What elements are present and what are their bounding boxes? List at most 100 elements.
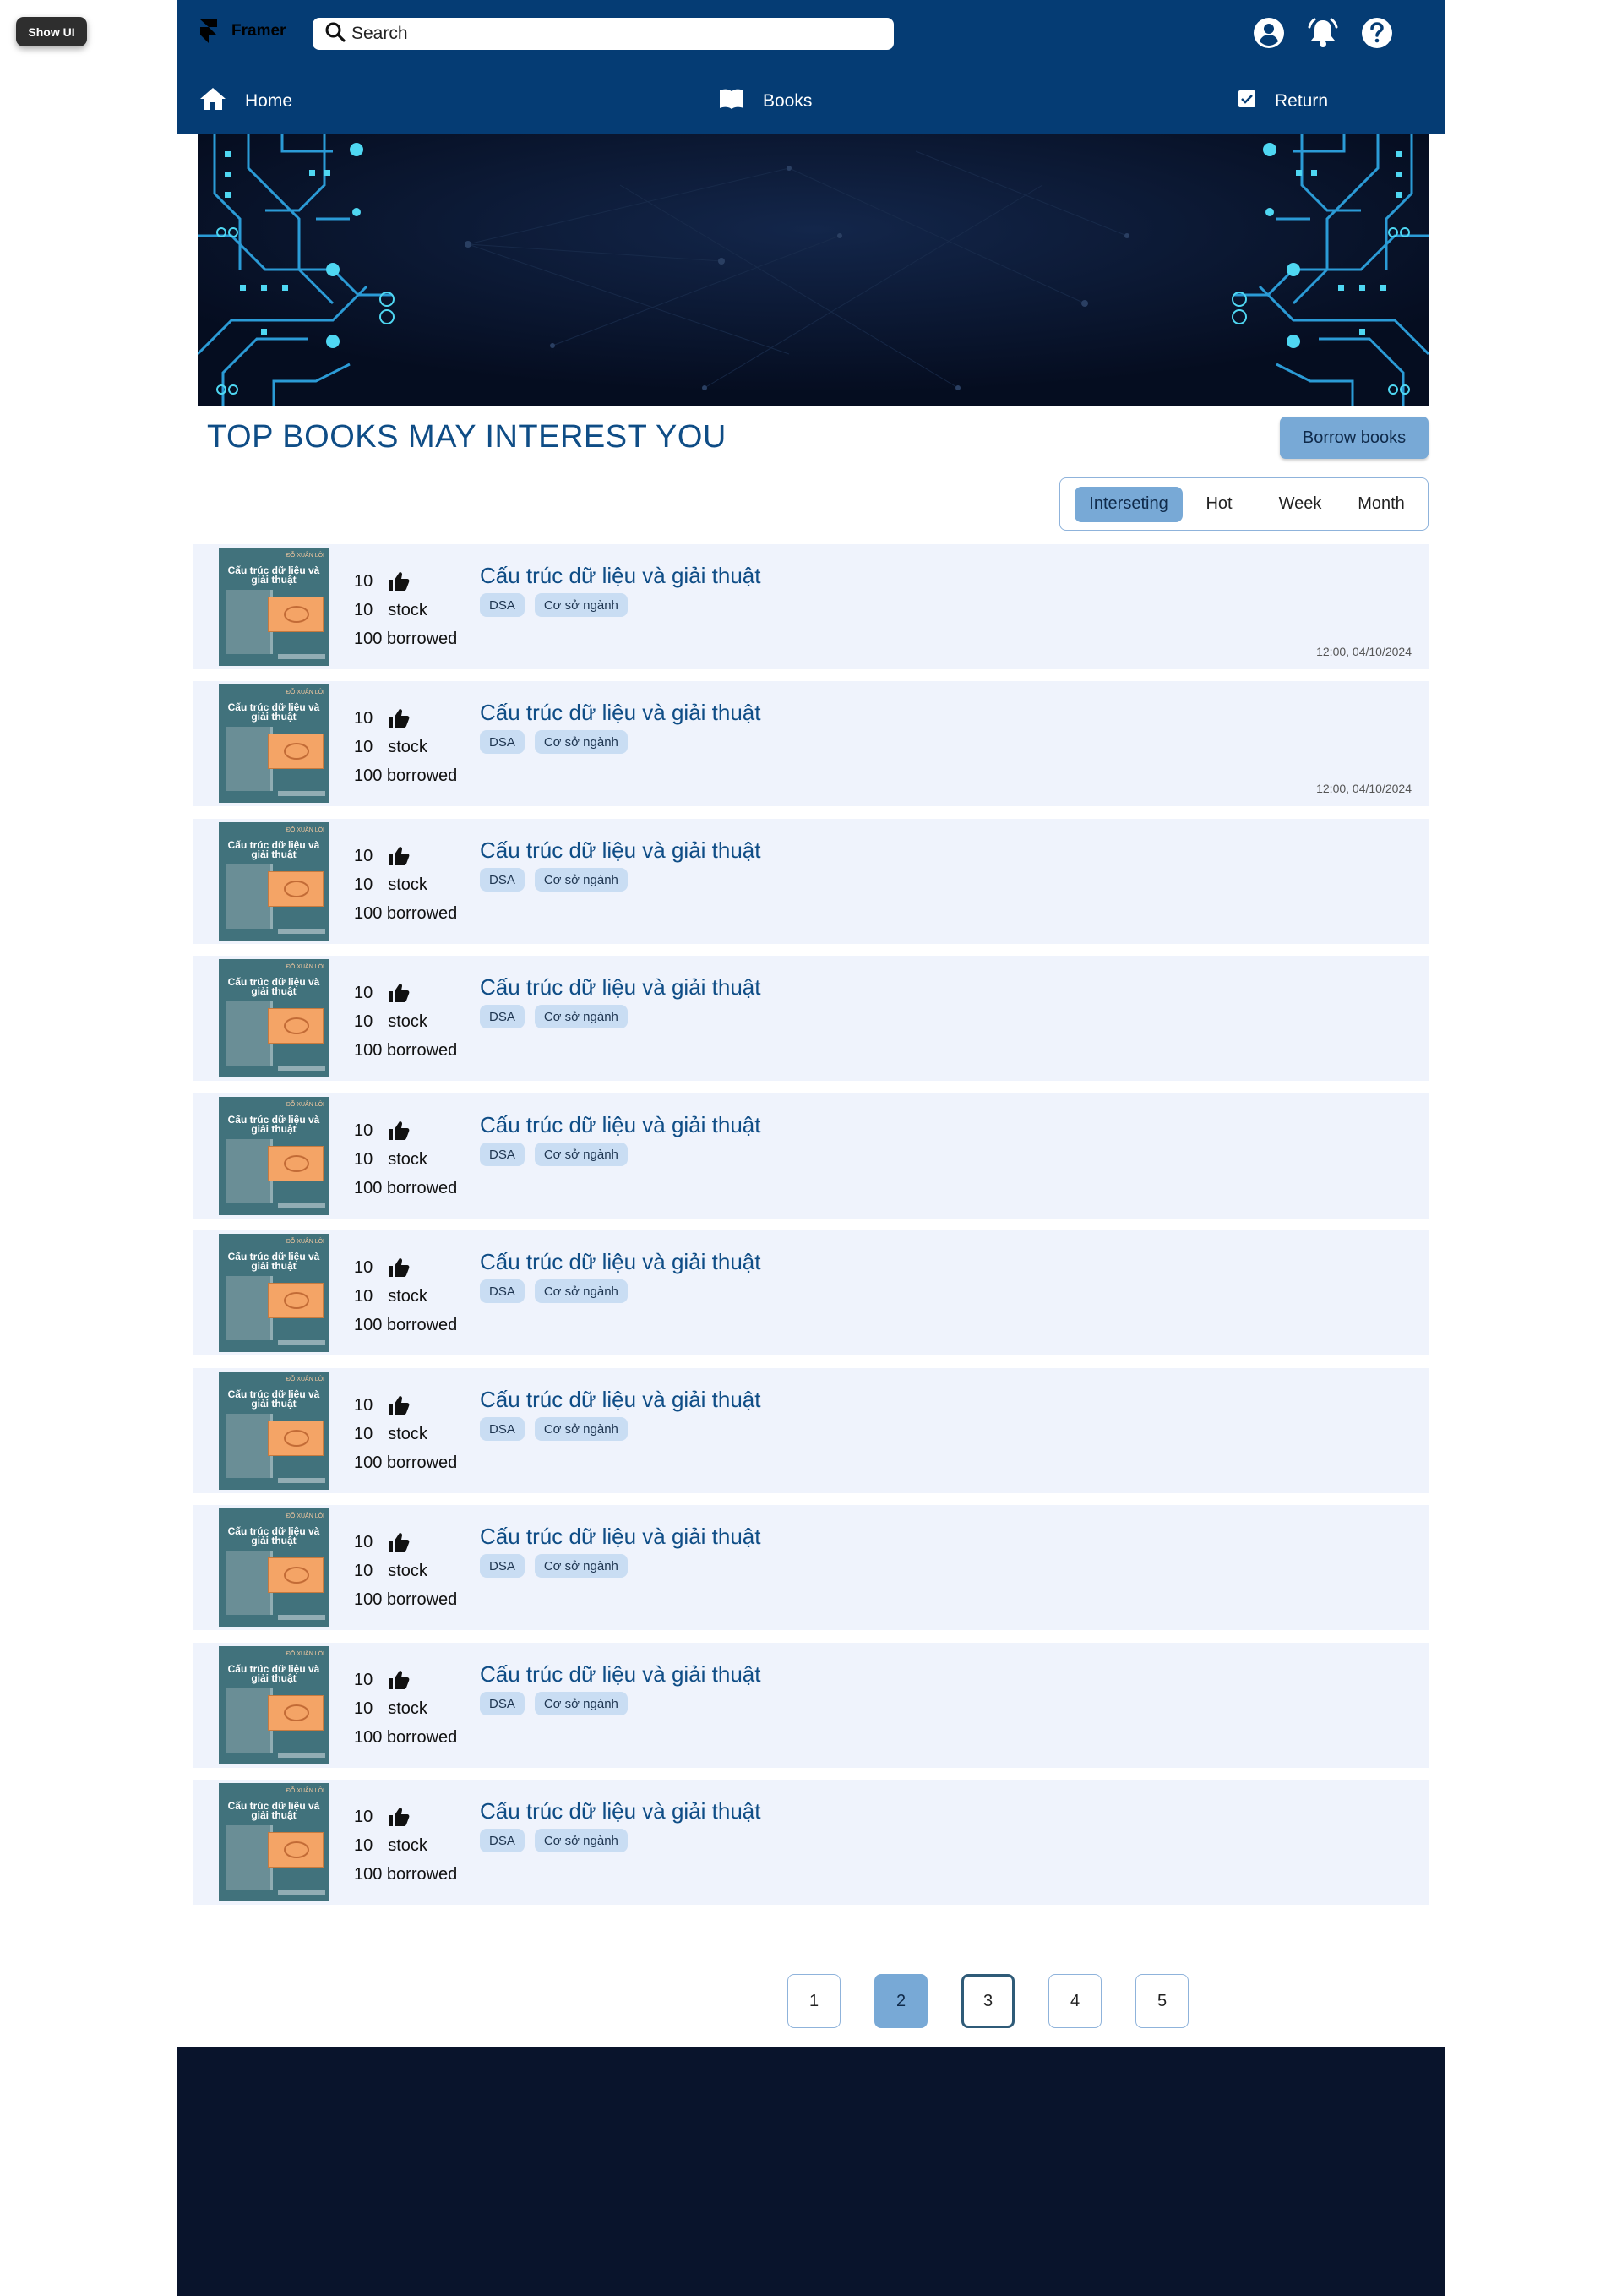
book-row[interactable]: ĐỖ XUÂN LÔI Cấu trúc dữ liệu và giải thu… (193, 681, 1429, 806)
page-button-4[interactable]: 4 (1048, 1974, 1102, 2028)
tag[interactable]: Cơ sở ngành (534, 1417, 628, 1441)
cover-title: Cấu trúc dữ liệu và giải thuật (227, 1114, 320, 1135)
borrowed-count: 100 borrowed (354, 1728, 458, 1747)
book-title[interactable]: Cấu trúc dữ liệu và giải thuật (480, 700, 760, 726)
book-title[interactable]: Cấu trúc dữ liệu và giải thuật (480, 1524, 760, 1550)
book-title[interactable]: Cấu trúc dữ liệu và giải thuật (480, 837, 760, 864)
book-icon (719, 88, 744, 115)
book-row[interactable]: ĐỖ XUÂN LÔI Cấu trúc dữ liệu và giải thu… (193, 1643, 1429, 1768)
tab-interesting[interactable]: Interseting (1075, 486, 1183, 522)
likes-count: 10 (354, 1671, 373, 1689)
book-row[interactable]: ĐỖ XUÂN LÔI Cấu trúc dữ liệu và giải thu… (193, 1230, 1429, 1355)
tag[interactable]: DSA (480, 1692, 525, 1715)
book-row[interactable]: ĐỖ XUÂN LÔI Cấu trúc dữ liệu và giải thu… (193, 544, 1429, 669)
tab-month[interactable]: Month (1345, 487, 1418, 522)
tab-week[interactable]: Week (1255, 487, 1345, 522)
thumbs-up-icon[interactable] (388, 983, 410, 1003)
book-tags: DSA Cơ sở ngành (480, 1692, 628, 1715)
tag[interactable]: Cơ sở ngành (534, 1005, 628, 1028)
book-row[interactable]: ĐỖ XUÂN LÔI Cấu trúc dữ liệu và giải thu… (193, 1093, 1429, 1219)
stock-count: 10 (354, 1836, 373, 1855)
tag[interactable]: DSA (480, 1829, 525, 1852)
book-title[interactable]: Cấu trúc dữ liệu và giải thuật (480, 563, 760, 589)
stock-count: 10 (354, 1287, 373, 1306)
book-tags: DSA Cơ sở ngành (480, 1143, 628, 1166)
tag[interactable]: Cơ sở ngành (534, 1143, 628, 1166)
book-row[interactable]: ĐỖ XUÂN LÔI Cấu trúc dữ liệu và giải thu… (193, 1368, 1429, 1493)
thumbs-up-icon[interactable] (388, 1257, 410, 1278)
book-row[interactable]: ĐỖ XUÂN LÔI Cấu trúc dữ liệu và giải thu… (193, 956, 1429, 1081)
nav-books[interactable]: Books (719, 85, 812, 118)
book-tags: DSA Cơ sở ngành (480, 868, 628, 892)
book-tags: DSA Cơ sở ngành (480, 1005, 628, 1028)
tag[interactable]: DSA (480, 868, 525, 892)
borrowed-count: 100 borrowed (354, 630, 458, 648)
tag[interactable]: DSA (480, 730, 525, 754)
book-title[interactable]: Cấu trúc dữ liệu và giải thuật (480, 1112, 760, 1138)
header-actions (1252, 15, 1394, 51)
book-row[interactable]: ĐỖ XUÂN LÔI Cấu trúc dữ liệu và giải thu… (193, 1780, 1429, 1905)
framer-logo-icon (199, 19, 218, 44)
tab-hot[interactable]: Hot (1183, 487, 1255, 522)
book-row[interactable]: ĐỖ XUÂN LÔI Cấu trúc dữ liệu và giải thu… (193, 819, 1429, 944)
borrow-books-button[interactable]: Borrow books (1280, 417, 1429, 459)
book-title[interactable]: Cấu trúc dữ liệu và giải thuật (480, 1798, 760, 1824)
stock-label: stock (388, 1287, 427, 1306)
thumbs-up-icon[interactable] (388, 1395, 410, 1415)
tag[interactable]: DSA (480, 1143, 525, 1166)
cover-title: Cấu trúc dữ liệu và giải thuật (227, 1388, 320, 1410)
tag[interactable]: Cơ sở ngành (534, 593, 628, 617)
thumbs-up-icon[interactable] (388, 1121, 410, 1141)
thumbs-up-icon[interactable] (388, 1670, 410, 1690)
tag[interactable]: Cơ sở ngành (534, 730, 628, 754)
tag[interactable]: Cơ sở ngành (534, 1554, 628, 1578)
page-button-1[interactable]: 1 (787, 1974, 841, 2028)
bell-icon[interactable] (1306, 15, 1340, 51)
cover-title: Cấu trúc dữ liệu và giải thuật (227, 701, 320, 723)
stock-label: stock (388, 1425, 427, 1443)
thumbs-up-icon[interactable] (388, 1532, 410, 1552)
cover-author: ĐỖ XUÂN LÔI (286, 1377, 324, 1383)
thumbs-up-icon[interactable] (388, 846, 410, 866)
checkbox-icon (1238, 90, 1256, 113)
stock-count: 10 (354, 1562, 373, 1580)
tag[interactable]: DSA (480, 1554, 525, 1578)
nav-home[interactable]: Home (199, 85, 292, 118)
brand-name: Framer (231, 22, 286, 40)
book-stats: 10 10 stock 100 borrowed (354, 1253, 457, 1339)
book-title[interactable]: Cấu trúc dữ liệu và giải thuật (480, 974, 760, 1001)
page-frame: Framer Home (177, 0, 1445, 2296)
cover-author: ĐỖ XUÂN LÔI (286, 1651, 324, 1657)
cover-title: Cấu trúc dữ liệu và giải thuật (227, 839, 320, 860)
brand[interactable]: Framer (199, 19, 286, 44)
thumbs-up-icon[interactable] (388, 571, 410, 592)
tag[interactable]: DSA (480, 1005, 525, 1028)
book-row[interactable]: ĐỖ XUÂN LÔI Cấu trúc dữ liệu và giải thu… (193, 1505, 1429, 1630)
tag[interactable]: DSA (480, 593, 525, 617)
book-title[interactable]: Cấu trúc dữ liệu và giải thuật (480, 1387, 760, 1413)
book-stats: 10 10 stock 100 borrowed (354, 1391, 457, 1477)
page-button-3[interactable]: 3 (961, 1974, 1015, 2028)
borrowed-count: 100 borrowed (354, 766, 458, 785)
show-ui-button[interactable]: Show UI (16, 17, 87, 46)
book-cover: ĐỖ XUÂN LÔI Cấu trúc dữ liệu và giải thu… (219, 1372, 329, 1490)
tag[interactable]: Cơ sở ngành (534, 1829, 628, 1852)
likes-count: 10 (354, 572, 373, 591)
thumbs-up-icon[interactable] (388, 1807, 410, 1827)
book-cover: ĐỖ XUÂN LÔI Cấu trúc dữ liệu và giải thu… (219, 959, 329, 1077)
tag[interactable]: Cơ sở ngành (534, 868, 628, 892)
search-input[interactable] (351, 24, 858, 44)
tag[interactable]: Cơ sở ngành (534, 1692, 628, 1715)
tag[interactable]: DSA (480, 1417, 525, 1441)
tag[interactable]: DSA (480, 1279, 525, 1303)
thumbs-up-icon[interactable] (388, 708, 410, 728)
cover-author: ĐỖ XUÂN LÔI (286, 1513, 324, 1519)
nav-return[interactable]: Return (1238, 85, 1328, 118)
book-title[interactable]: Cấu trúc dữ liệu và giải thuật (480, 1249, 760, 1275)
help-icon[interactable] (1360, 15, 1394, 51)
account-icon[interactable] (1252, 15, 1286, 51)
page-button-2[interactable]: 2 (874, 1974, 928, 2028)
page-button-5[interactable]: 5 (1135, 1974, 1189, 2028)
book-title[interactable]: Cấu trúc dữ liệu và giải thuật (480, 1661, 760, 1688)
tag[interactable]: Cơ sở ngành (534, 1279, 628, 1303)
